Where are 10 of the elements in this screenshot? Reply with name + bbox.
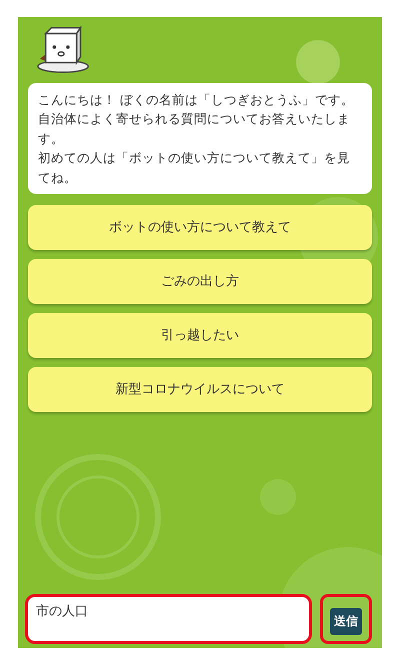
send-button[interactable]: 送信 <box>330 608 362 635</box>
circle-decoration <box>296 40 340 84</box>
circle-decoration <box>260 479 296 515</box>
greeting-text: 初めての人は「ボットの使い方について教えて」を見てね。 <box>38 149 351 186</box>
suggestion-button[interactable]: ごみの出し方 <box>28 258 372 304</box>
greeting-text: こんにちは！ ぼくの名前は「しつぎおとうふ」です。自治体によく寄せられる質問についてお答えいたします。 <box>38 91 355 148</box>
suggestion-button[interactable]: 新型コロナウイルスについて <box>28 366 372 412</box>
message-input[interactable]: 市の人口 <box>25 594 312 644</box>
suggestion-button[interactable]: 引っ越したい <box>28 312 372 358</box>
suggestion-button[interactable]: ボットの使い方について教えて <box>28 204 372 250</box>
